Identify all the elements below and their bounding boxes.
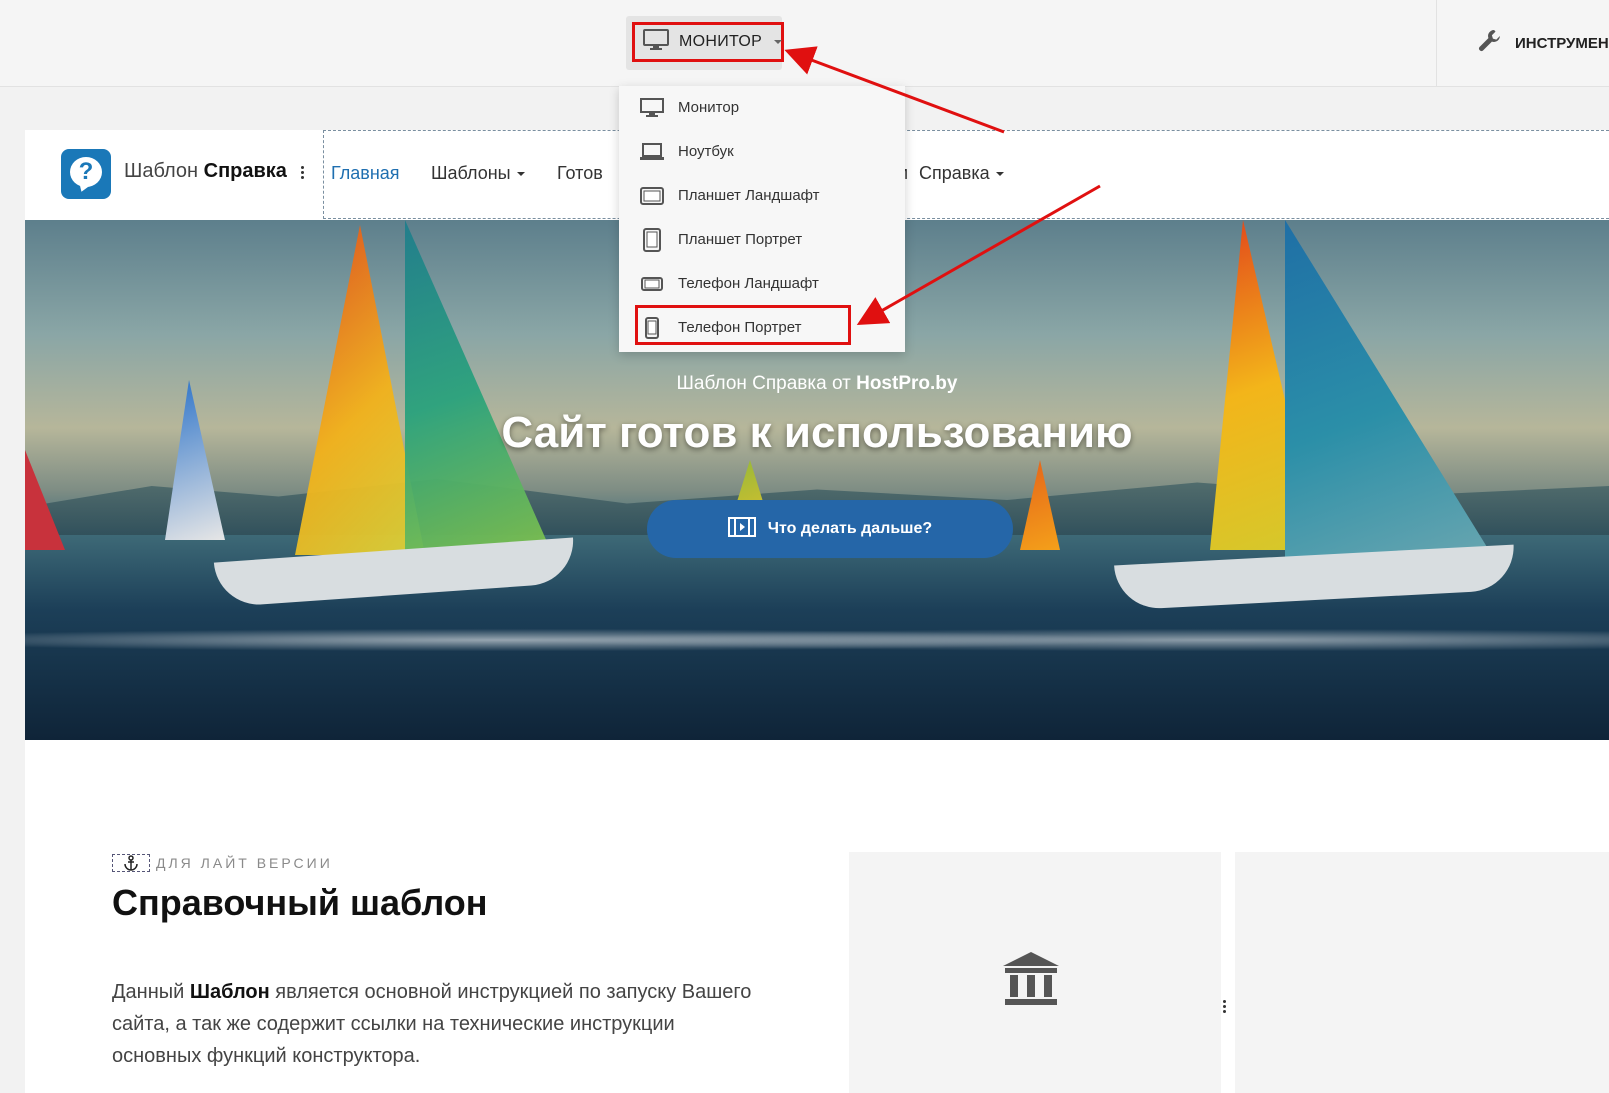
chevron-down-icon <box>995 171 1004 176</box>
anchor-icon[interactable] <box>112 854 150 872</box>
hero-sail <box>165 380 225 540</box>
device-dropdown-menu: Монитор Ноутбук Планшет Ландшафт Планшет… <box>619 86 905 352</box>
device-option-label: Монитор <box>678 99 740 116</box>
nav-item-templates[interactable]: Шаблоны <box>431 163 525 184</box>
nav-item-help[interactable]: Справка <box>919 163 1004 184</box>
hero-subtitle: Шаблон Справка от HostPro.by <box>676 373 958 394</box>
section-eyebrow: ДЛЯ ЛАЙТ ВЕРСИИ <box>112 854 333 872</box>
device-selector-label: МОНИТОР <box>679 33 763 50</box>
monitor-icon <box>639 95 665 121</box>
feature-card[interactable] <box>849 852 1221 1093</box>
chevron-down-icon <box>774 40 783 44</box>
feature-card[interactable] <box>1235 852 1609 1093</box>
device-option-phone-landscape[interactable]: Телефон Ландшафт <box>619 262 905 306</box>
monitor-icon <box>643 28 669 56</box>
device-option-label: Телефон Ландшафт <box>678 275 819 292</box>
eyebrow-label: ДЛЯ ЛАЙТ ВЕРСИИ <box>156 855 333 871</box>
hero-waves <box>25 620 1609 660</box>
bank-icon <box>1001 950 1061 1015</box>
phone-portrait-highlight-box <box>635 305 851 345</box>
question-icon: ? <box>70 157 102 187</box>
tools-label: ИНСТРУМЕН <box>1515 34 1609 52</box>
device-option-monitor[interactable]: Монитор <box>619 86 905 130</box>
nav-item-home[interactable]: Главная <box>331 163 400 184</box>
card-options-icon[interactable] <box>1223 1000 1226 1015</box>
what-next-label: Что делать дальше? <box>767 520 933 537</box>
section-heading: Справочный шаблон <box>112 882 488 923</box>
device-option-laptop[interactable]: Ноутбук <box>619 130 905 174</box>
tablet-portrait-icon <box>639 227 665 253</box>
film-icon <box>727 516 756 542</box>
device-selector-button[interactable]: МОНИТОР <box>626 16 784 70</box>
device-option-label: Планшет Портрет <box>678 231 803 248</box>
hero-hull <box>1114 544 1516 611</box>
site-brand[interactable]: Шаблон Справка <box>124 160 287 183</box>
site-logo[interactable]: ? <box>61 149 111 199</box>
device-option-label: Ноутбук <box>678 143 734 160</box>
editor-toolbar: МОНИТОР ИНСТРУМЕН <box>0 0 1609 87</box>
laptop-icon <box>639 139 665 165</box>
device-option-label: Планшет Ландшафт <box>678 187 820 204</box>
hero-sail <box>25 450 65 550</box>
chevron-down-icon <box>516 171 525 176</box>
phone-landscape-icon <box>639 271 665 297</box>
what-next-button[interactable]: Что делать дальше? <box>647 500 1013 558</box>
nav-item-ready[interactable]: Готов <box>557 163 603 184</box>
tools-button[interactable]: ИНСТРУМЕН <box>1436 0 1609 86</box>
hero-title: Сайт готов к использованию <box>501 408 1133 457</box>
device-selector-highlight: МОНИТОР <box>632 22 784 62</box>
block-options-icon[interactable] <box>301 166 304 181</box>
wrench-icon <box>1477 28 1503 59</box>
device-option-tablet-landscape[interactable]: Планшет Ландшафт <box>619 174 905 218</box>
tablet-landscape-icon <box>639 183 665 209</box>
device-option-tablet-portrait[interactable]: Планшет Портрет <box>619 218 905 262</box>
section-description: Данный Шаблон является основной инструкц… <box>112 981 752 1067</box>
